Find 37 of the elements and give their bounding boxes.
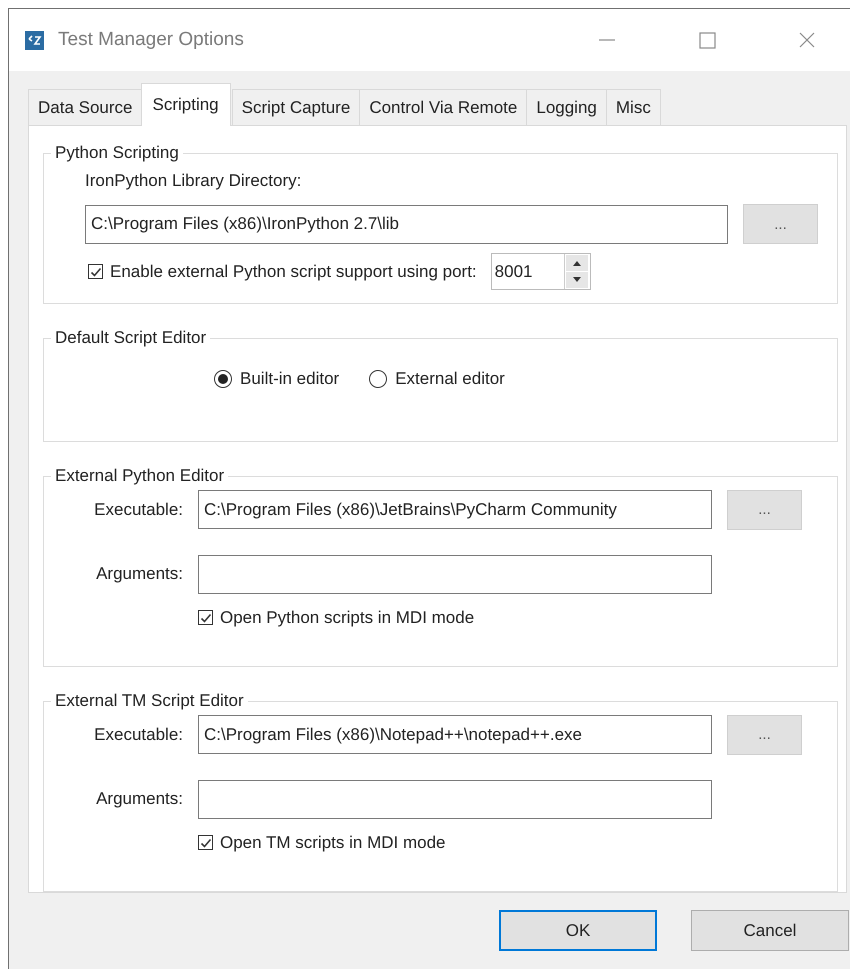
tab[interactable]: Misc (606, 89, 661, 125)
browse-button[interactable]: ... (743, 204, 818, 244)
checkbox[interactable] (198, 610, 213, 626)
input-field[interactable] (198, 554, 712, 594)
radio-button[interactable] (214, 370, 232, 388)
tab[interactable]: Data Source (28, 89, 142, 125)
port-field[interactable]: 8001 (490, 253, 591, 290)
input-field[interactable]: C:\Program Files (x86)\Notepad++\notepad++.exe (198, 715, 712, 754)
group-title: External TM Script Editor (51, 690, 248, 711)
browse-button[interactable]: ... (727, 714, 802, 755)
checkbox-label: Open TM scripts in MDI mode (220, 832, 446, 853)
input-field[interactable]: C:\Program Files (x86)\IronPython 2.7\lib (85, 204, 728, 244)
radio-label: Built-in editor (240, 369, 340, 390)
checkbox[interactable] (198, 835, 213, 850)
dialog-button[interactable]: OK (499, 910, 657, 951)
radio-button[interactable] (369, 370, 388, 388)
field-label: Executable: (93, 724, 184, 745)
input-field[interactable] (198, 780, 712, 819)
group-title: Default Script Editor (51, 328, 210, 348)
field-label: Arguments: (95, 564, 184, 584)
group-title: External Python Editor (51, 466, 228, 486)
group-title: Python Scripting (51, 143, 183, 163)
dialog-button[interactable]: Cancel (691, 910, 849, 951)
tab[interactable]: Script Capture (232, 89, 360, 125)
app-icon (25, 30, 44, 50)
field-label: IronPython Library Directory: (85, 171, 302, 191)
field-label: Executable: (93, 500, 184, 520)
tab[interactable]: Scripting (140, 83, 231, 126)
field-label: Arguments: (95, 789, 184, 810)
checkbox-label: Open Python scripts in MDI mode (220, 608, 474, 628)
checkbox[interactable] (88, 264, 103, 279)
spin-button[interactable] (564, 254, 590, 289)
input-field[interactable]: C:\Program Files (x86)\JetBrains\PyCharm Community (198, 490, 712, 530)
checkbox-label: Enable external Python script support using port: (110, 262, 477, 282)
window-title: Test Manager Options (58, 29, 245, 51)
browse-button[interactable]: ... (727, 490, 802, 530)
radio-label: External editor (395, 369, 505, 390)
